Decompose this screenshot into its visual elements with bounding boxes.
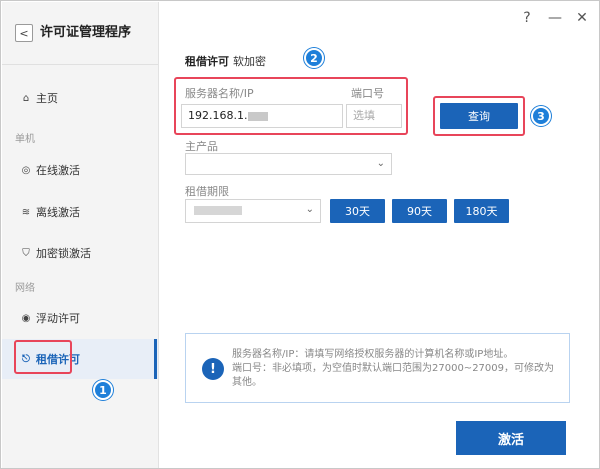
- license-manager-window: < 许可证管理程序 ⌂ 主页 单机 ◎ 在线激活 ≋ 离线激活 ⛉ 加密锁激活 …: [0, 0, 600, 469]
- section-label-network: 网络: [15, 283, 35, 294]
- days-30-button[interactable]: 30天: [330, 199, 385, 223]
- sidebar-item-floating[interactable]: ◉ 浮动许可: [2, 298, 158, 338]
- sidebar-item-dongle[interactable]: ⛉ 加密锁激活: [2, 233, 158, 273]
- period-select[interactable]: ⌄: [185, 199, 321, 223]
- activate-button[interactable]: 激活: [456, 421, 566, 455]
- page-title: 租借许可: [185, 55, 229, 68]
- page-subtitle: 软加密: [233, 55, 266, 68]
- sidebar-item-label: 离线激活: [36, 206, 80, 219]
- product-select[interactable]: ⌄: [185, 153, 392, 175]
- sidebar-item-online[interactable]: ◎ 在线激活: [2, 150, 158, 190]
- help-icon[interactable]: ?: [518, 9, 536, 27]
- home-icon: ⌂: [22, 92, 30, 104]
- period-label: 租借期限: [185, 185, 229, 198]
- server-label: 服务器名称/IP: [185, 87, 254, 100]
- product-label: 主产品: [185, 140, 218, 153]
- chevron-left-icon: <: [19, 26, 29, 40]
- info-line-server: 服务器名称/IP：请填写网络授权服务器的计算机名称或IP地址。: [232, 349, 514, 360]
- app-title: 许可证管理程序: [40, 25, 132, 40]
- shield-icon: ⛉: [22, 247, 30, 259]
- server-input[interactable]: 192.168.1.: [181, 104, 343, 128]
- sidebar-item-label: 主页: [36, 92, 58, 105]
- sidebar-item-label: 浮动许可: [36, 312, 80, 325]
- days-180-button[interactable]: 180天: [454, 199, 509, 223]
- info-line-port: 端口号：非必填项，为空值时默认端口范围为27000~27009，可修改为其他。: [232, 363, 555, 388]
- minimize-icon[interactable]: —: [546, 9, 564, 27]
- sidebar-divider: [2, 64, 158, 65]
- port-input[interactable]: 选填: [346, 104, 402, 128]
- highlight-box-borrow: [14, 340, 72, 374]
- sidebar-item-offline[interactable]: ≋ 离线激活: [2, 192, 158, 232]
- query-button[interactable]: 查询: [440, 103, 518, 129]
- step-badge-1: 1: [93, 380, 113, 400]
- chevron-down-icon: ⌄: [305, 204, 314, 215]
- globe-icon: ◎: [21, 164, 31, 176]
- exclamation-icon: !: [202, 358, 224, 380]
- step-badge-2: 2: [304, 48, 324, 68]
- wifi-off-icon: ≋: [21, 206, 31, 218]
- back-button[interactable]: <: [15, 24, 33, 42]
- info-text: 服务器名称/IP：请填写网络授权服务器的计算机名称或IP地址。 端口号：非必填项…: [232, 348, 562, 390]
- close-icon[interactable]: ✕: [573, 9, 591, 27]
- port-label: 端口号: [351, 87, 384, 100]
- days-90-button[interactable]: 90天: [392, 199, 447, 223]
- step-badge-3: 3: [531, 106, 551, 126]
- redacted-value: [194, 206, 242, 215]
- redacted-value: [248, 111, 269, 121]
- chevron-down-icon: ⌄: [376, 158, 385, 169]
- sidebar-item-label: 加密锁激活: [36, 247, 91, 260]
- sidebar: < 许可证管理程序 ⌂ 主页 单机 ◎ 在线激活 ≋ 离线激活 ⛉ 加密锁激活 …: [2, 2, 159, 468]
- circle-target-icon: ◉: [21, 312, 31, 324]
- section-label-single: 单机: [15, 134, 35, 145]
- sidebar-item-home[interactable]: ⌂ 主页: [2, 78, 158, 118]
- active-indicator: [154, 339, 157, 379]
- sidebar-item-label: 在线激活: [36, 164, 80, 177]
- info-box: ! 服务器名称/IP：请填写网络授权服务器的计算机名称或IP地址。 端口号：非必…: [185, 333, 570, 403]
